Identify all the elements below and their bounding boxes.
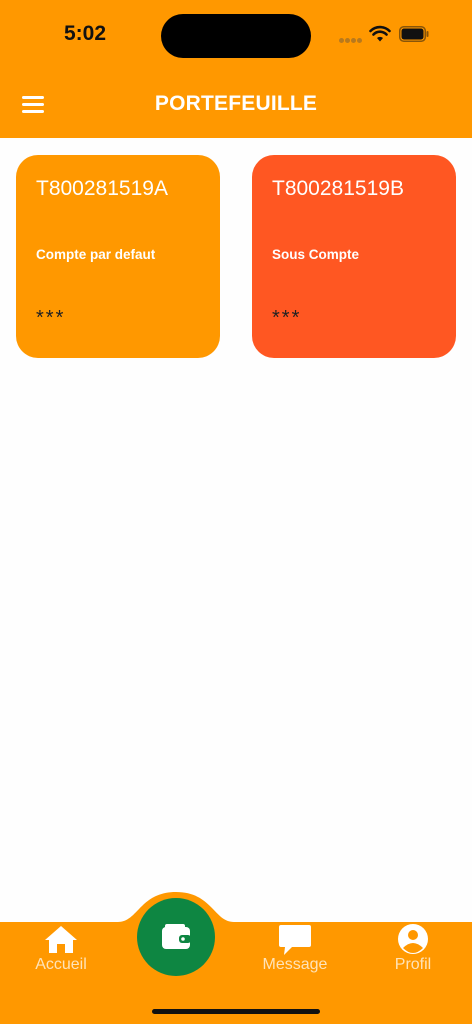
- nav-label: Profil: [394, 956, 432, 973]
- account-number: T800281519A: [36, 177, 168, 200]
- account-card-default[interactable]: T800281519A Compte par defaut ***: [16, 155, 220, 358]
- account-number: T800281519B: [272, 177, 404, 200]
- page-title: PORTEFEUILLE: [154, 92, 318, 115]
- app-bar: PORTEFEUILLE: [0, 70, 472, 138]
- account-card-sub[interactable]: T800281519B Sous Compte ***: [252, 155, 456, 358]
- nav-item-message[interactable]: Message: [240, 924, 350, 984]
- battery-icon: [399, 26, 429, 42]
- account-type: Sous Compte: [272, 247, 360, 262]
- header: 5:02 PORTEFEUILLE: [0, 0, 472, 138]
- dynamic-island: [161, 14, 311, 58]
- nav-item-profil[interactable]: Profil: [358, 924, 468, 984]
- home-icon: [45, 926, 77, 953]
- wallet-fab-button[interactable]: [137, 898, 215, 976]
- chat-icon: [279, 925, 311, 955]
- nav-item-accueil[interactable]: Accueil: [6, 924, 116, 984]
- account-type: Compte par defaut: [36, 247, 156, 262]
- account-balance: ***: [36, 307, 66, 329]
- profile-icon: [398, 924, 428, 954]
- status-bar: 5:02: [0, 0, 472, 70]
- home-indicator: [152, 1009, 320, 1014]
- signal-icon: [339, 38, 363, 44]
- nav-label: Message: [262, 956, 328, 973]
- wifi-icon: [369, 25, 391, 42]
- status-time: 5:02: [64, 22, 107, 45]
- wallet-icon: [162, 924, 191, 949]
- nav-label: Accueil: [35, 956, 87, 973]
- account-balance: ***: [272, 307, 302, 329]
